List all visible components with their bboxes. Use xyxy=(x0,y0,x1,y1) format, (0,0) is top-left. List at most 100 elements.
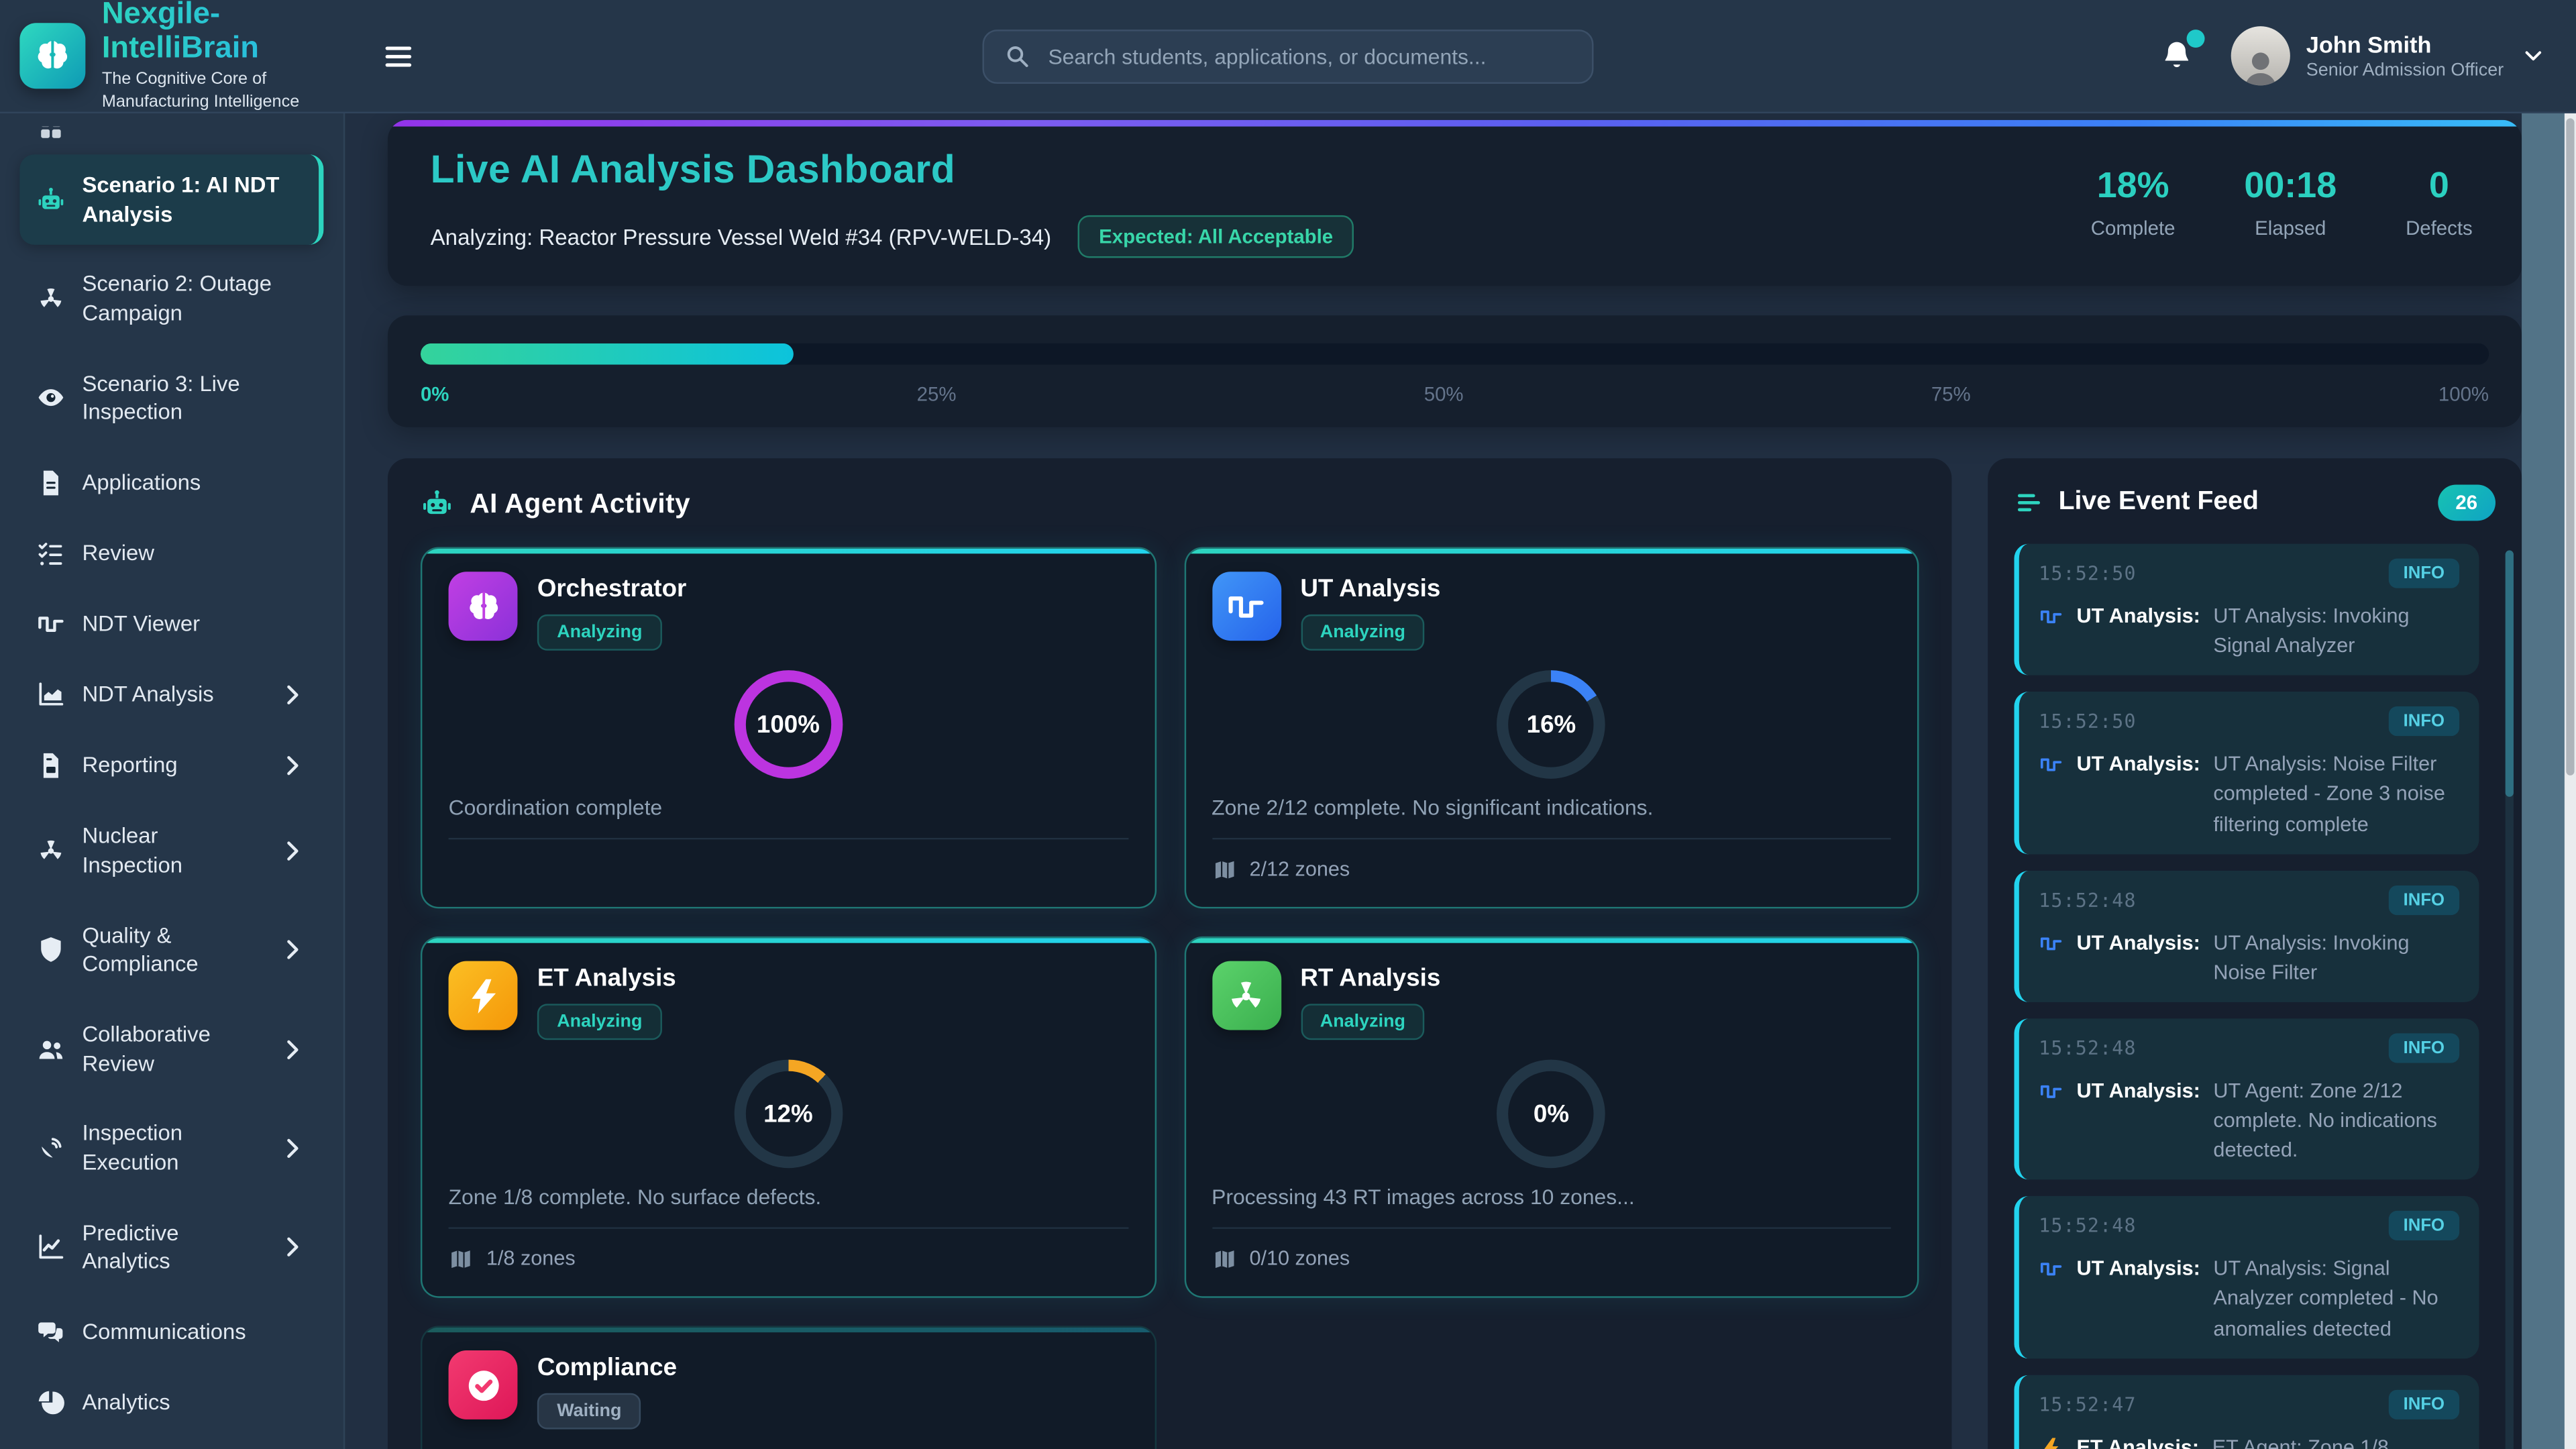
event-message: UT Analysis: Invoking Signal Analyzer xyxy=(2213,601,2459,661)
line-chart-icon xyxy=(36,1233,66,1263)
feed-event[interactable]: 15:52:47 INFO ET Analysis: ET Agent: Zon… xyxy=(2014,1375,2479,1449)
zones-label: 2/12 zones xyxy=(1249,857,1350,880)
search-box[interactable] xyxy=(982,29,1593,83)
feed-scrollbar[interactable] xyxy=(2506,550,2514,1449)
sidebar-item-communications[interactable]: Communications xyxy=(19,1301,323,1364)
robot-icon xyxy=(36,185,66,215)
feed-scrollbar-thumb[interactable] xyxy=(2506,550,2514,796)
agent-zones: 2/12 zones xyxy=(1212,838,1891,884)
sidebar-item-ndt-analysis[interactable]: NDT Analysis xyxy=(19,664,323,727)
agent-description: Zone 2/12 complete. No significant indic… xyxy=(1212,795,1891,820)
sidebar-item-label: NDT Viewer xyxy=(82,610,307,639)
agent-description: Zone 1/8 complete. No surface defects. xyxy=(449,1185,1128,1210)
stat-elapsed: 00:18Elapsed xyxy=(2244,166,2337,239)
radiation-icon xyxy=(36,836,66,865)
feed-event[interactable]: 15:52:48 INFO UT Analysis: UT Analysis: … xyxy=(2014,870,2479,1002)
event-level-badge: INFO xyxy=(2389,1389,2460,1419)
document-icon xyxy=(36,468,66,498)
feed-event[interactable]: 15:52:50 INFO UT Analysis: UT Analysis: … xyxy=(2014,692,2479,854)
feed-event[interactable]: 15:52:48 INFO UT Analysis: UT Agent: Zon… xyxy=(2014,1018,2479,1180)
event-timestamp: 15:52:48 xyxy=(2039,888,2136,911)
page-scrollbar-thumb[interactable] xyxy=(2566,118,2574,775)
dashboard-stats: 18% Complete 00:18Elapsed 0 Defects xyxy=(2091,166,2479,239)
sidebar-item-inspection-execution[interactable]: Inspection Execution xyxy=(19,1103,323,1194)
sidebar-item-review[interactable]: Review xyxy=(19,523,323,585)
robot-icon xyxy=(421,488,453,521)
sidebar-item-settings[interactable]: Settings xyxy=(19,1442,323,1449)
brain-icon xyxy=(462,586,503,627)
feed-event[interactable]: 15:52:48 INFO UT Analysis: UT Analysis: … xyxy=(2014,1196,2479,1358)
sidebar-item-quality-compliance[interactable]: Quality & Compliance xyxy=(19,904,323,996)
top-bar: Nexgile-IntelliBrain The Cognitive Core … xyxy=(0,0,2576,113)
user-menu[interactable]: John Smith Senior Admission Officer xyxy=(2231,26,2546,85)
event-message: UT Analysis: Signal Analyzer completed -… xyxy=(2213,1254,2459,1343)
sidebar-item-predictive-analytics[interactable]: Predictive Analytics xyxy=(19,1202,323,1293)
progress-bar xyxy=(421,343,2489,365)
sidebar-item-scenario-1-ai-ndt-analysis[interactable]: Scenario 1: AI NDT Analysis xyxy=(19,154,323,246)
stat-value: 0 xyxy=(2406,166,2473,206)
brand-name: Nexgile-IntelliBrain xyxy=(102,0,325,64)
event-timestamp: 15:52:50 xyxy=(2039,710,2136,733)
chart-area-icon xyxy=(36,680,66,710)
search-input[interactable] xyxy=(1045,42,1572,70)
event-message: UT Analysis: Noise Filter completed - Zo… xyxy=(2213,749,2459,839)
brand: Nexgile-IntelliBrain The Cognitive Core … xyxy=(0,0,345,115)
app-window: Nexgile-IntelliBrain The Cognitive Core … xyxy=(0,0,2576,1449)
progress-fill xyxy=(421,343,793,365)
eye-icon xyxy=(36,384,66,413)
agent-card-orchestrator: Orchestrator Analyzing 100%Coordination … xyxy=(421,547,1156,909)
progress-card: 0%25%50%75%100% xyxy=(388,315,2522,427)
chevron-right-icon xyxy=(278,935,307,965)
notifications-button[interactable] xyxy=(2155,34,2198,77)
progress-ticks: 0%25%50%75%100% xyxy=(421,383,2489,406)
stat-label: Elapsed xyxy=(2244,216,2337,239)
agent-card-compliance: Compliance Waiting xyxy=(421,1326,1156,1449)
waveform-icon xyxy=(1226,586,1267,627)
event-message: UT Agent: Zone 2/12 complete. No indicat… xyxy=(2213,1076,2459,1165)
sidebar-item-analytics[interactable]: Analytics xyxy=(19,1372,323,1434)
card-accent-bar xyxy=(422,938,1154,943)
brain-icon xyxy=(32,34,74,77)
notification-dot xyxy=(2186,30,2204,48)
event-source: UT Analysis: xyxy=(2077,1076,2200,1106)
event-timestamp: 15:52:47 xyxy=(2039,1393,2136,1415)
agent-zones xyxy=(449,838,1128,884)
sidebar-item-label: Quality & Compliance xyxy=(82,921,261,979)
event-timestamp: 15:52:50 xyxy=(2039,562,2136,585)
feed-event[interactable]: 15:52:50 INFO UT Analysis: UT Analysis: … xyxy=(2014,544,2479,676)
waveform-icon xyxy=(2039,1079,2063,1104)
stat-value: 18% xyxy=(2091,166,2176,206)
sidebar-item-partial[interactable] xyxy=(19,127,323,146)
agent-status-badge: Analyzing xyxy=(1300,614,1425,651)
page-scrollbar[interactable] xyxy=(2565,113,2576,1449)
agent-description: Processing 43 RT images across 10 zones.… xyxy=(1212,1185,1891,1210)
event-timestamp: 15:52:48 xyxy=(2039,1214,2136,1237)
agent-name: Compliance xyxy=(537,1354,677,1382)
chat-icon xyxy=(36,1318,66,1347)
agent-card-rt-analysis: RT Analysis Analyzing 0%Processing 43 RT… xyxy=(1183,936,1919,1298)
sidebar-item-collaborative-review[interactable]: Collaborative Review xyxy=(19,1004,323,1095)
sidebar-item-nuclear-inspection[interactable]: Nuclear Inspection xyxy=(19,805,323,896)
event-level-badge: INFO xyxy=(2389,1033,2460,1063)
zones-label: 1/8 zones xyxy=(486,1247,576,1270)
stat-label: Defects xyxy=(2406,216,2473,239)
sidebar-item-applications[interactable]: Applications xyxy=(19,452,323,515)
sidebar-item-reporting[interactable]: Reporting xyxy=(19,735,323,797)
map-icon xyxy=(1212,857,1236,881)
menu-toggle-button[interactable] xyxy=(368,26,427,85)
satellite-icon xyxy=(36,1134,66,1163)
chevron-right-icon xyxy=(278,751,307,780)
chevron-down-icon xyxy=(2520,43,2546,69)
stat-defects: 0 Defects xyxy=(2406,166,2473,239)
agents-section-title: AI Agent Activity xyxy=(470,489,690,521)
pie-chart-icon xyxy=(36,1388,66,1417)
agent-progress-value: 16% xyxy=(1497,670,1606,779)
sidebar-item-scenario-2-outage-campaign[interactable]: Scenario 2: Outage Campaign xyxy=(19,254,323,345)
stat-label: Complete xyxy=(2091,216,2176,239)
sidebar-item-scenario-3-live-inspection[interactable]: Scenario 3: Live Inspection xyxy=(19,353,323,444)
brand-tagline: The Cognitive Core of Manufacturing Inte… xyxy=(102,69,325,115)
sidebar-item-ndt-viewer[interactable]: NDT Viewer xyxy=(19,593,323,655)
user-role: Senior Admission Officer xyxy=(2306,61,2504,80)
brand-logo xyxy=(19,23,85,89)
bolt-icon xyxy=(462,975,503,1016)
